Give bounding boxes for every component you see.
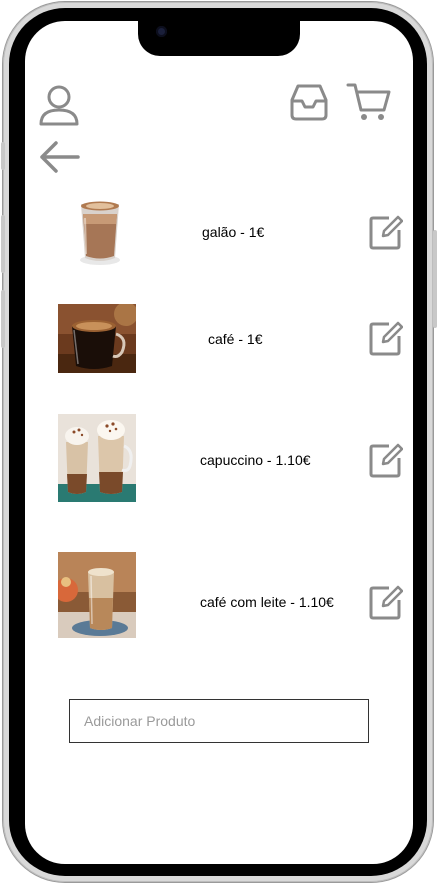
capuccino-photo — [58, 414, 136, 502]
notch — [138, 19, 300, 56]
edit-product-galao-button[interactable] — [369, 214, 404, 250]
product-label-cafe: café - 1€ — [208, 331, 263, 347]
product-label-cafe-com-leite: café com leite - 1.10€ — [200, 594, 334, 610]
inbox-icon[interactable] — [290, 83, 328, 121]
edit-product-cafe-com-leite-button[interactable] — [369, 584, 404, 620]
arrow-left-icon[interactable] — [38, 140, 80, 174]
galao-photo — [72, 194, 128, 268]
edit-product-cafe-button[interactable] — [369, 320, 404, 356]
edit-icon — [369, 585, 404, 620]
edit-product-capuccino-button[interactable] — [369, 442, 404, 478]
user-icon[interactable] — [38, 84, 80, 126]
cafe-com-leite-photo — [58, 552, 136, 638]
add-product-input[interactable] — [69, 699, 369, 743]
front-camera — [156, 26, 167, 37]
power-button — [433, 230, 437, 328]
shopping-cart-icon[interactable] — [346, 82, 392, 122]
cafe-photo — [58, 304, 136, 373]
edit-icon — [369, 215, 404, 250]
edit-icon — [369, 321, 404, 356]
product-label-galao: galão - 1€ — [202, 224, 265, 240]
edit-icon — [369, 443, 404, 478]
product-label-capuccino: capuccino - 1.10€ — [200, 452, 311, 468]
